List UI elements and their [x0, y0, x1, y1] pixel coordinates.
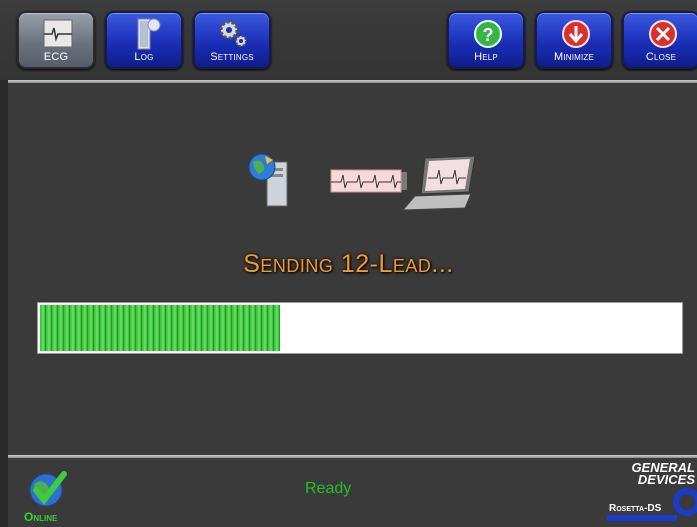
settings-button[interactable]: Settings [193, 11, 271, 69]
close-button-label: Close [645, 51, 677, 63]
ecg-icon [43, 19, 73, 48]
laptop-icon [401, 155, 475, 211]
brand-bar [607, 515, 677, 521]
transmission-illustration [248, 153, 475, 211]
status-message: Ready [305, 480, 352, 497]
ecg-button-label: ECG [43, 51, 69, 63]
server-globe-icon [248, 153, 288, 207]
close-icon [649, 20, 677, 48]
minimize-button-label: Minimize [553, 51, 595, 63]
log-button-label: Log [134, 51, 154, 63]
minimize-icon [562, 20, 590, 48]
status-divider [8, 455, 697, 458]
send-progress-bar [37, 302, 683, 354]
close-button[interactable]: Close [622, 11, 697, 69]
progress-fill [40, 305, 280, 351]
toolbar-divider [8, 80, 697, 83]
help-button-label: Help [474, 51, 498, 63]
product-name: Rosetta-DS [609, 503, 662, 514]
ecg-button[interactable]: ECG [17, 11, 95, 69]
brand-ring-icon [673, 488, 697, 516]
gear-icon [219, 20, 247, 47]
toolbar: ECG Log Settings ? Help Minimize Close [0, 0, 697, 80]
help-button[interactable]: ? Help [447, 11, 525, 69]
log-button[interactable]: Log [105, 11, 183, 69]
online-globe-icon [29, 471, 67, 507]
brand-logo: GENERAL DEVICES [631, 461, 695, 486]
transfer-status-title: Sending 12-Lead... [243, 250, 454, 278]
svg-text:?: ? [483, 25, 494, 45]
help-icon: ? [474, 20, 502, 48]
minimize-button[interactable]: Minimize [535, 11, 613, 69]
settings-button-label: Settings [210, 51, 254, 63]
log-icon [137, 18, 161, 50]
ecg-strip-icon [330, 169, 407, 193]
connection-status: Online [24, 510, 58, 524]
